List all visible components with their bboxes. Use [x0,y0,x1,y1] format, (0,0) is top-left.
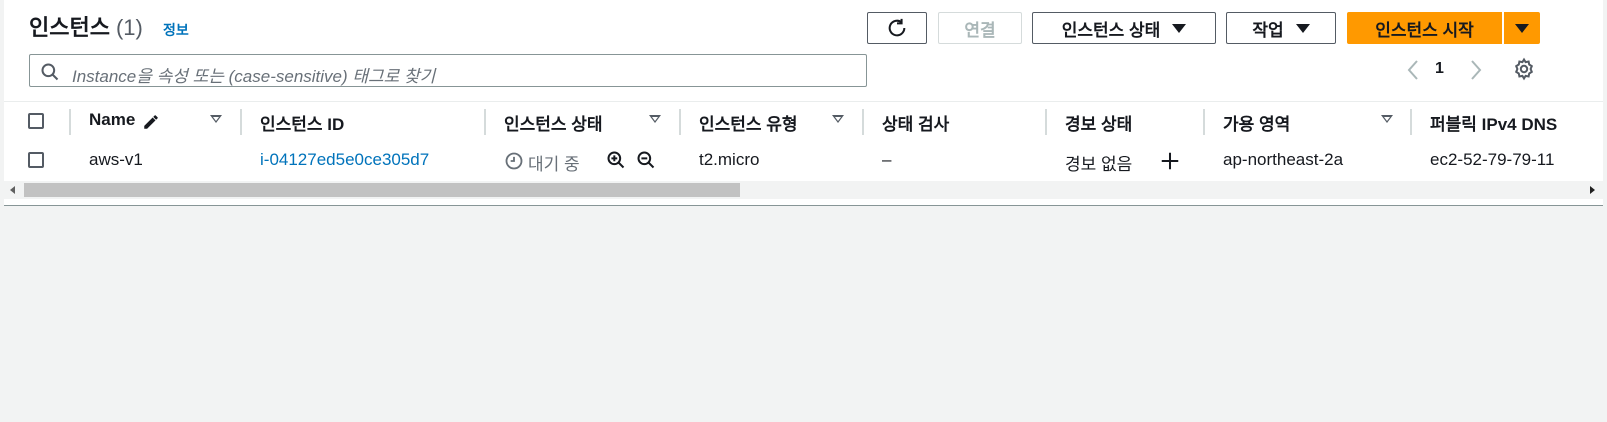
launch-options-dropdown[interactable] [1504,12,1540,44]
column-divider [240,109,242,135]
column-header-instance-state[interactable]: 인스턴스 상태 [504,110,603,135]
chevron-down-icon [1295,23,1310,33]
column-header-availability-zone[interactable]: 가용 영역 [1223,110,1290,135]
refresh-button[interactable] [867,12,927,44]
column-divider [484,109,486,135]
search-input[interactable]: Instance을 속성 또는 (case-sensitive) 태그로 찾기 [72,62,435,87]
column-divider [69,109,71,135]
table-header: Name 인스턴스 ID 인스턴스 상태 인스턴스 유형 상태 검사 경보 상태… [4,101,1603,142]
column-header-instance-type[interactable]: 인스턴스 유형 [699,110,798,135]
horizontal-scrollbar[interactable] [4,181,1603,199]
sort-icon[interactable] [1381,115,1393,123]
column-divider [862,109,864,135]
column-header-name[interactable]: Name [89,110,135,130]
column-header-public-dns[interactable]: 퍼블릭 IPv4 DNS [1430,110,1557,135]
select-all-checkbox[interactable] [28,113,44,129]
scroll-left-arrow[interactable] [10,186,15,194]
instance-state-dropdown[interactable]: 인스턴스 상태 [1032,12,1216,44]
cell-public-dns: ec2-52-79-79-11 [1430,150,1555,169]
page-title: 인스턴스 (1) [29,10,143,42]
chevron-down-icon [1172,23,1187,33]
scroll-thumb[interactable] [24,183,740,197]
cell-alarm-status: 경보 없음 [1065,155,1133,174]
column-divider [1203,109,1205,135]
cell-instance-type: t2.micro [699,150,760,169]
gear-icon[interactable] [1512,57,1536,81]
info-link[interactable]: 정보 [163,20,189,40]
row-checkbox[interactable] [28,152,44,168]
actions-dropdown[interactable]: 작업 [1226,12,1336,44]
actions-label: 작업 [1252,20,1284,40]
column-header-alarm-status[interactable]: 경보 상태 [1065,110,1132,135]
cell-availability-zone: ap-northeast-2a [1223,150,1344,169]
plus-icon[interactable] [1159,150,1181,172]
clock-icon [505,152,523,170]
column-divider [679,109,681,135]
column-divider [1410,109,1412,135]
cell-instance-id[interactable]: i-04127ed5e0ce305d7 [260,150,429,170]
refresh-icon [888,18,906,37]
current-page[interactable]: 1 [1435,60,1444,78]
launch-instance-label: 인스턴스 시작 [1375,20,1474,40]
chevron-right-icon[interactable] [1468,58,1484,82]
column-header-instance-id[interactable]: 인스턴스 ID [260,110,344,135]
cell-status-check: – [882,150,892,169]
chevron-down-icon [1515,23,1529,33]
table-row[interactable]: aws-v1 i-04127ed5e0ce305d7 대기 중 t2.micro… [4,141,1603,182]
instance-count: (1) [115,15,143,40]
sort-icon[interactable] [210,115,222,123]
column-header-status-check[interactable]: 상태 검사 [882,110,949,135]
instance-state-label: 인스턴스 상태 [1061,20,1161,40]
connect-button[interactable]: 연결 [938,12,1022,44]
sort-icon[interactable] [832,115,844,123]
launch-instance-button[interactable]: 인스턴스 시작 [1347,12,1502,44]
search-icon [41,63,59,81]
edit-icon [144,115,158,129]
zoom-out-icon[interactable] [636,150,656,170]
cell-instance-state: 대기 중 [528,155,580,174]
cell-name: aws-v1 [89,150,143,169]
scroll-right-arrow[interactable] [1590,186,1595,194]
connect-label: 연결 [964,20,996,40]
chevron-left-icon[interactable] [1405,58,1421,82]
page-title-text: 인스턴스 [29,15,110,40]
sort-icon[interactable] [649,115,661,123]
column-divider [1045,109,1047,135]
zoom-in-icon[interactable] [606,150,626,170]
search-box[interactable]: Instance을 속성 또는 (case-sensitive) 태그로 찾기 [29,54,867,87]
